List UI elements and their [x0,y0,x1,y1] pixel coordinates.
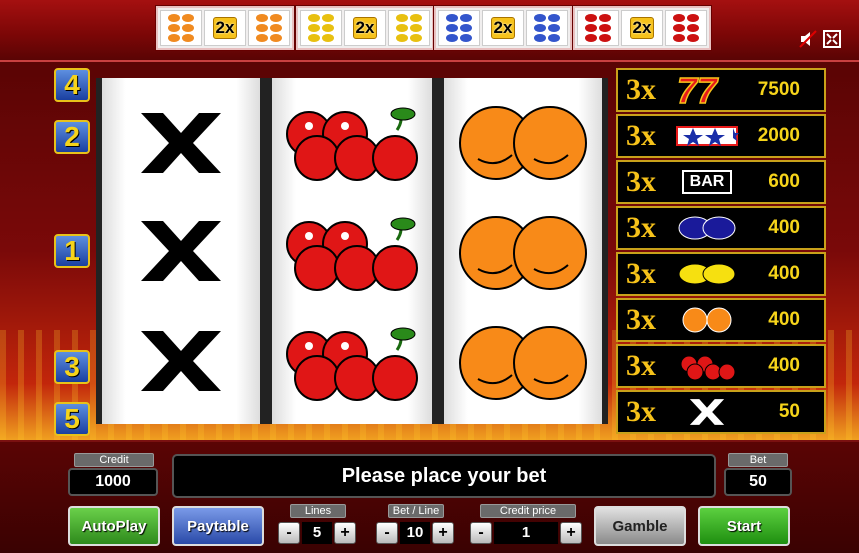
bet-label: Bet [728,453,788,467]
bonus-lemon: 2x [296,6,434,50]
bet-line-label: Bet / Line [388,504,444,518]
multiplier-label: 2x [629,17,655,39]
pay-count: 3x [626,395,656,428]
pay-value: 2000 [757,125,800,146]
credit-price-minus-button[interactable]: - [470,522,492,544]
pay-count: 3x [626,119,656,152]
pay-row-bar: 3x BAR 600 [616,160,826,204]
pay-count: 3x [626,257,656,290]
bonus-plum: 2x [434,6,572,50]
pay-count: 3x [626,73,656,106]
multiplier-label: 2x [490,17,516,39]
cherries-icon [672,348,742,384]
gamble-button[interactable]: Gamble [594,506,686,546]
bonus-orange: 2x [156,6,294,50]
pay-row-cherries: 3x 400 [616,344,826,388]
line-badge-5: 5 [54,402,90,436]
x-icon [672,394,742,430]
svg-text:77: 77 [677,73,719,107]
bonus-fruit-cell [577,10,619,46]
bonus-multiplier-cell: 2x [204,10,246,46]
credit-value: 1000 [68,468,158,496]
pay-value: 400 [768,217,800,238]
line-badge-1: 1 [54,234,90,268]
multiplier-label: 2x [212,17,238,39]
pay-row-lemons: 3x 400 [616,252,826,296]
bonus-fruit-cell [438,10,480,46]
lines-minus-button[interactable]: - [278,522,300,544]
pay-count: 3x [626,303,656,336]
pay-value: 600 [768,171,800,192]
pay-value: 50 [778,401,800,422]
credit-price-value: 1 [494,522,558,544]
lines-label: Lines [290,504,346,518]
bonus-bar: 2x 2x 2x 2x [0,0,859,62]
bet-line-minus-button[interactable]: - [376,522,398,544]
oranges-symbol [444,308,602,418]
bet-value: 50 [724,468,792,496]
pay-count: 3x [626,349,656,382]
pay-count: 3x [626,211,656,244]
reel-2 [266,78,438,424]
cherries-symbol [272,308,432,418]
bet-line-value: 10 [400,522,430,544]
credit-price-plus-button[interactable]: + [560,522,582,544]
pay-value: 7500 [757,79,800,100]
bonus-multiplier-cell: 2x [621,10,663,46]
bar-symbol-label: BAR [681,170,733,194]
bonus-fruit-cell [160,10,202,46]
start-button[interactable]: Start [698,506,790,546]
x-symbol [102,88,260,198]
bar-icon: BAR [672,164,742,200]
lemons-icon [672,256,742,292]
multiplier-label: 2x [352,17,378,39]
cherries-symbol [272,88,432,198]
pay-row-oranges: 3x 400 [616,298,826,342]
x-symbol [102,306,260,416]
pay-value: 400 [768,309,800,330]
pay-row-x: 3x 50 [616,390,826,434]
credit-label: Credit [74,453,154,467]
fullscreen-icon[interactable] [823,30,841,48]
bonus-fruit-cell [526,10,568,46]
bonus-fruit-cell [248,10,290,46]
control-panel: Credit 1000 Please place your bet Bet 50… [0,440,859,553]
pay-row-seven: 3x 77 7500 [616,68,826,112]
oranges-symbol [444,88,602,198]
sound-off-icon[interactable] [799,30,817,48]
pay-row-stars: 3x 2000 [616,114,826,158]
status-message: Please place your bet [172,454,716,498]
x-symbol [102,196,260,306]
pay-value: 400 [768,263,800,284]
pay-count: 3x [626,165,656,198]
pay-value: 400 [768,355,800,376]
reel-3 [438,78,608,424]
bonus-multiplier-cell: 2x [482,10,524,46]
oranges-icon [672,302,742,338]
lines-plus-button[interactable]: + [334,522,356,544]
autoplay-button[interactable]: AutoPlay [68,506,160,546]
bonus-fruit-cell [300,10,342,46]
plums-icon [672,210,742,246]
pay-row-plums: 3x 400 [616,206,826,250]
paytable-button[interactable]: Paytable [172,506,264,546]
bonus-fruit-cell [665,10,707,46]
bet-line-plus-button[interactable]: + [432,522,454,544]
seven-icon: 77 [672,72,742,108]
bonus-fruit-cell [388,10,430,46]
bonus-cherry: 2x [573,6,711,50]
line-badge-3: 3 [54,350,90,384]
cherries-symbol [272,198,432,308]
paytable-panel: 3x 77 7500 3x 2000 3x BAR 600 3x 400 3x … [616,68,826,436]
line-badge-4: 4 [54,68,90,102]
oranges-symbol [444,198,602,308]
credit-price-label: Credit price [480,504,576,518]
lines-value: 5 [302,522,332,544]
bonus-multiplier-cell: 2x [344,10,386,46]
stars-icon [672,118,742,154]
reel-1 [96,78,266,424]
line-badge-2: 2 [54,120,90,154]
